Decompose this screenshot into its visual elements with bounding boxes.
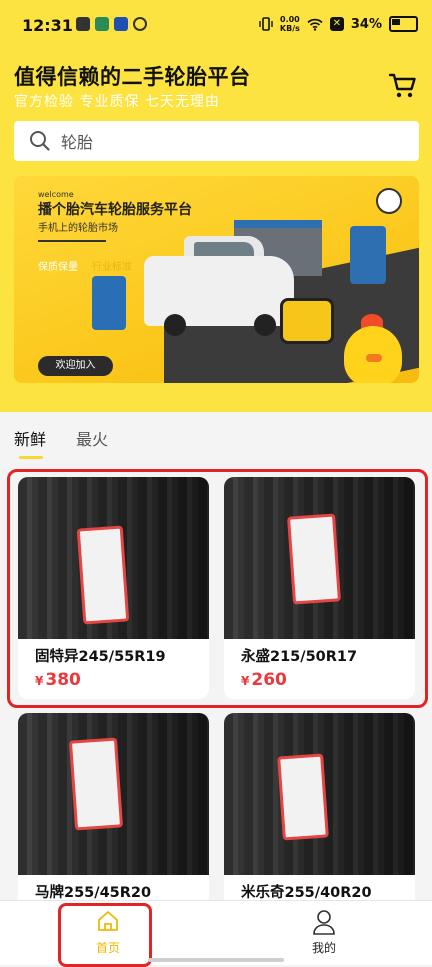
banner-tire-machine-illustration: [280, 298, 334, 344]
tab-fresh[interactable]: 新鲜: [14, 426, 46, 450]
tab-active-indicator: [19, 456, 43, 459]
banner-car-wheel: [254, 314, 276, 336]
search-input[interactable]: [59, 121, 403, 163]
promo-banner[interactable]: welcome 播个胎汽车轮胎服务平台 手机上的轮胎市场 保质保量 行业标准 欢…: [14, 176, 419, 383]
product-name: 米乐奇255/40R20: [241, 885, 372, 901]
nav-mine[interactable]: 我的: [274, 901, 374, 961]
user-icon: [313, 910, 335, 935]
app-notification-icon: [76, 17, 90, 31]
nav-mine-label: 我的: [311, 941, 336, 955]
wifi-icon: [307, 18, 323, 31]
product-card[interactable]: 马牌255/45R20: [18, 713, 209, 913]
product-tabs: 新鲜 最火: [0, 412, 432, 460]
network-speed: 0.00 KB/s: [279, 15, 300, 33]
shopping-cart-icon[interactable]: [388, 70, 418, 100]
banner-tag-quality: 保质保量: [38, 262, 78, 273]
map-notification-icon: [95, 17, 109, 31]
x-app-icon: ✕: [329, 17, 344, 31]
join-button[interactable]: 欢迎加入: [38, 356, 113, 376]
status-right-icons: 0.00 KB/s ✕ 34%: [259, 15, 418, 33]
banner-kiosk-illustration: [350, 226, 386, 284]
search-icon: [30, 131, 50, 151]
banner-charger-illustration: [92, 276, 126, 330]
banner-car-wheel: [164, 314, 186, 336]
products-row-highlight: [7, 469, 428, 708]
mic-notification-icon: [114, 17, 128, 31]
tire-label-sticker: [277, 753, 329, 841]
banner-tag-standard: 行业标准: [92, 262, 132, 273]
banner-divider: [38, 240, 106, 242]
banner-welcome: welcome: [38, 190, 74, 199]
page-title: 值得信赖的二手轮胎平台: [14, 65, 251, 89]
vibrate-icon: [259, 17, 273, 31]
tab-hot[interactable]: 最火: [76, 426, 108, 450]
banner-logo-icon: [376, 188, 402, 214]
mascot-beak: [366, 354, 382, 362]
search-bar[interactable]: [14, 121, 419, 163]
status-bar: 12:31 0.00 KB/s ✕ 34%: [0, 0, 432, 52]
banner-title: 播个胎汽车轮胎服务平台: [38, 202, 192, 218]
notification-icons: [76, 17, 147, 31]
nav-home-highlight: [58, 903, 152, 967]
banner-subtitle: 手机上的轮胎市场: [38, 223, 118, 234]
product-card[interactable]: 米乐奇255/40R20: [224, 713, 415, 913]
battery-icon: [389, 16, 418, 32]
tire-label-sticker: [68, 737, 124, 831]
gesture-home-bar[interactable]: [148, 958, 284, 962]
sync-notification-icon: [133, 17, 147, 31]
product-name: 马牌255/45R20: [35, 885, 152, 901]
status-time: 12:31: [22, 16, 73, 35]
page-subtitle: 官方检验 专业质保 七天无理由: [14, 94, 220, 110]
battery-percent: 34%: [350, 16, 382, 32]
